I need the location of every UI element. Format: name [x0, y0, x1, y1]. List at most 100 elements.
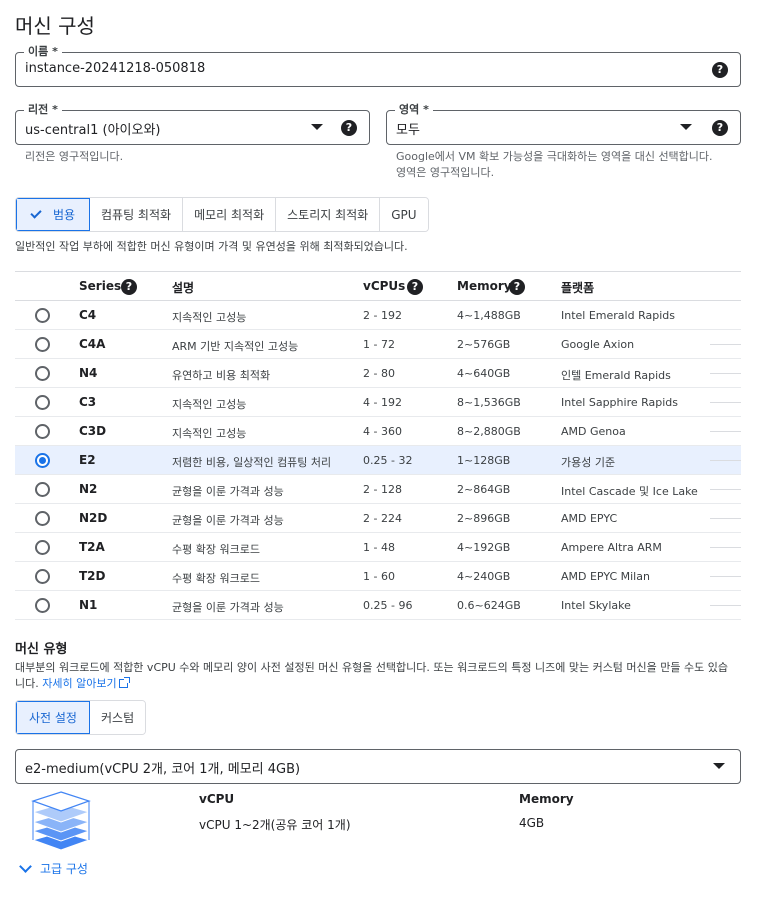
learn-more-link[interactable]: 자세히 알아보기: [42, 677, 130, 690]
series-cell: N4: [79, 366, 98, 380]
table-row[interactable]: N1 균형을 이룬 가격과 성능 0.25 - 96 0.6~624GB Intel S…: [15, 591, 741, 620]
help-icon[interactable]: ?: [712, 120, 728, 136]
header-description: 설명: [172, 281, 195, 295]
check-icon: [30, 207, 42, 219]
vcpus-cell: 2 - 80: [363, 367, 395, 380]
table-row[interactable]: T2D 수평 확장 워크로드 1 - 60 4~240GB AMD EPYC Milan: [15, 562, 741, 591]
series-radio[interactable]: [35, 424, 50, 439]
platform-cell: Google Axion: [561, 338, 635, 351]
zone-select[interactable]: 영역 * 모두 ?: [386, 103, 741, 145]
help-icon[interactable]: ?: [407, 279, 423, 295]
table-row[interactable]: N2 균형을 이룬 가격과 성능 2 - 128 2~864GB Intel Casca…: [15, 475, 741, 504]
series-radio[interactable]: [35, 482, 50, 497]
description-cell: 지속적인 고성능: [172, 311, 247, 324]
memory-cell: 2~576GB: [457, 338, 511, 351]
series-radio[interactable]: [35, 453, 50, 468]
tab-compute-optimized[interactable]: 컴퓨팅 최적화: [90, 198, 184, 231]
series-radio[interactable]: [35, 540, 50, 555]
vcpus-cell: 2 - 224: [363, 512, 402, 525]
machine-type-select[interactable]: e2-medium(vCPU 2개, 코어 1개, 메모리 4GB): [15, 749, 741, 784]
vcpus-cell: 0.25 - 96: [363, 599, 413, 612]
machine-type-tabs: 사전 설정 커스텀: [15, 700, 147, 735]
tab-gpu[interactable]: GPU: [380, 198, 428, 231]
series-cell: C4A: [79, 337, 106, 351]
series-radio[interactable]: [35, 569, 50, 584]
memory-cell: 4~640GB: [457, 367, 511, 380]
series-radio[interactable]: [35, 598, 50, 613]
series-cell: N2: [79, 482, 98, 496]
region-field-label: 리전 *: [24, 103, 62, 117]
zone-value: 모두: [396, 123, 420, 138]
table-row[interactable]: C4A ARM 기반 지속적인 고성능 1 - 72 2~576GB Google Ax…: [15, 330, 741, 359]
help-icon[interactable]: ?: [509, 279, 525, 295]
platform-cell: Intel Skylake: [561, 599, 631, 612]
memory-cell: 2~864GB: [457, 483, 511, 496]
vcpu-value: vCPU 1~2개(공유 코어 1개): [199, 818, 351, 832]
series-cell: N2D: [79, 511, 108, 525]
family-description: 일반적인 작업 부하에 적합한 머신 유형이며 가격 및 유연성을 위해 최적화…: [15, 240, 408, 253]
description-cell: 수평 확장 워크로드: [172, 572, 260, 585]
row-divider: [710, 460, 741, 461]
memory-cell: 1~128GB: [457, 454, 511, 467]
series-cell: C4: [79, 308, 97, 322]
table-row[interactable]: T2A 수평 확장 워크로드 1 - 48 4~192GB Ampere Altra A…: [15, 533, 741, 562]
help-icon[interactable]: ?: [121, 279, 137, 295]
dropdown-arrow-icon[interactable]: [311, 124, 323, 130]
table-row[interactable]: E2 저렴한 비용, 일상적인 컴퓨팅 처리 0.25 - 32 1~128GB 가용성…: [15, 446, 741, 475]
series-radio[interactable]: [35, 366, 50, 381]
region-select[interactable]: 리전 * us-central1 (아이오와) ?: [15, 103, 370, 145]
vcpus-cell: 0.25 - 32: [363, 454, 413, 467]
machine-type-description: 대부분의 워크로드에 적합한 vCPU 수와 메모리 양이 사전 설정된 머신 …: [15, 661, 728, 690]
advanced-config-label: 고급 구성: [40, 862, 88, 876]
platform-cell: AMD EPYC Milan: [561, 570, 650, 583]
machine-type-value: e2-medium(vCPU 2개, 코어 1개, 메모리 4GB): [25, 762, 301, 777]
series-cell: E2: [79, 453, 96, 467]
table-row[interactable]: C4 지속적인 고성능 2 - 192 4~1,488GB Intel Emerald …: [15, 301, 741, 330]
series-radio[interactable]: [35, 395, 50, 410]
tab-preset[interactable]: 사전 설정: [16, 701, 90, 734]
tab-storage-optimized[interactable]: 스토리지 최적화: [276, 198, 381, 231]
advanced-config-toggle[interactable]: 고급 구성: [17, 859, 88, 877]
row-divider: [710, 373, 741, 374]
help-icon[interactable]: ?: [712, 62, 728, 78]
name-input[interactable]: instance-20241218-050818: [25, 61, 205, 76]
memory-cell: 2~896GB: [457, 512, 511, 525]
dropdown-arrow-icon[interactable]: [713, 763, 725, 769]
vcpus-cell: 1 - 72: [363, 338, 395, 351]
machine-stack-icon: [31, 791, 91, 851]
series-radio[interactable]: [35, 337, 50, 352]
region-hint: 리전은 영구적입니다.: [25, 150, 124, 163]
row-divider: [710, 576, 741, 577]
memory-value: 4GB: [519, 816, 545, 830]
name-field-label: 이름 *: [24, 45, 62, 59]
name-field[interactable]: 이름 * instance-20241218-050818 ?: [15, 45, 741, 87]
platform-cell: 인텔 Emerald Rapids: [561, 369, 671, 382]
vcpus-cell: 4 - 360: [363, 425, 402, 438]
series-radio[interactable]: [35, 308, 50, 323]
region-value: us-central1 (아이오와): [25, 123, 161, 138]
series-radio[interactable]: [35, 511, 50, 526]
chevron-down-icon: [19, 859, 32, 873]
table-row[interactable]: C3D 지속적인 고성능 4 - 360 8~2,880GB AMD Genoa: [15, 417, 741, 446]
table-row[interactable]: C3 지속적인 고성능 4 - 192 8~1,536GB Intel Sapphire…: [15, 388, 741, 417]
tab-custom[interactable]: 커스텀: [90, 701, 146, 734]
help-icon[interactable]: ?: [341, 120, 357, 136]
series-cell: T2D: [79, 569, 106, 583]
series-cell: C3D: [79, 424, 107, 438]
header-series: Series: [79, 279, 122, 293]
row-divider: [710, 431, 741, 432]
description-cell: 저렴한 비용, 일상적인 컴퓨팅 처리: [172, 456, 332, 469]
row-divider: [710, 605, 741, 606]
tab-general-purpose[interactable]: 범용: [16, 198, 90, 231]
dropdown-arrow-icon[interactable]: [680, 124, 692, 130]
table-row[interactable]: N4 유연하고 비용 최적화 2 - 80 4~640GB 인텔 Emerald Rap…: [15, 359, 741, 388]
table-row[interactable]: N2D 균형을 이룬 가격과 성능 2 - 224 2~896GB AMD EPYC: [15, 504, 741, 533]
page-title: 머신 구성: [15, 14, 95, 38]
tab-memory-optimized[interactable]: 메모리 최적화: [183, 198, 277, 231]
row-divider: [710, 344, 741, 345]
series-cell: C3: [79, 395, 97, 409]
header-platform: 플랫폼: [561, 281, 595, 295]
zone-field-label: 영역 *: [395, 103, 433, 117]
row-divider: [710, 518, 741, 519]
description-cell: 지속적인 고성능: [172, 398, 247, 411]
